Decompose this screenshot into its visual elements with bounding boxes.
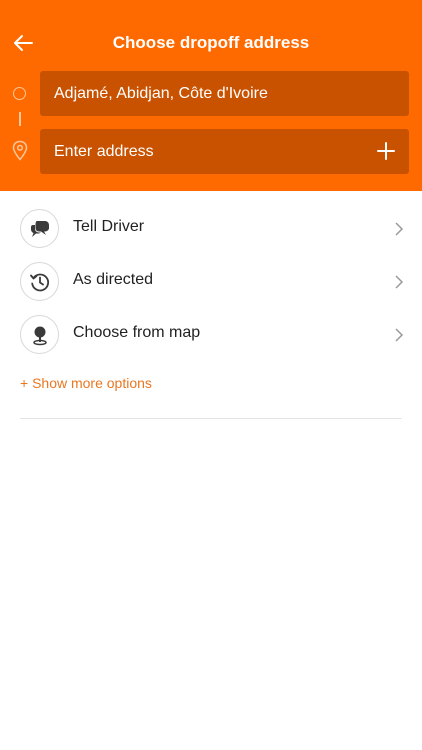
- chevron-right-icon: [395, 222, 404, 236]
- route-indicator: [10, 82, 30, 172]
- route-line: [19, 112, 21, 126]
- option-choose-from-map[interactable]: Choose from map: [0, 307, 422, 360]
- map-pin-icon: [32, 326, 47, 345]
- option-icon-circle: [20, 262, 59, 301]
- option-tell-driver[interactable]: Tell Driver: [0, 201, 422, 254]
- option-icon-circle: [20, 209, 59, 248]
- origin-dot-icon: [13, 87, 26, 100]
- dropoff-address-field[interactable]: [40, 129, 409, 174]
- page-title: Choose dropoff address: [112, 33, 310, 52]
- divider: [20, 418, 402, 419]
- chevron-right-icon: [395, 328, 404, 342]
- pickup-address-field[interactable]: Adjamé, Abidjan, Côte d'Ivoire: [40, 71, 409, 116]
- option-label: Tell Driver: [73, 218, 145, 235]
- chat-bubbles-icon: [30, 220, 49, 237]
- dropoff-options-list: Tell Driver As directed Choose from map: [0, 201, 422, 360]
- pickup-address-text: Adjamé, Abidjan, Côte d'Ivoire: [54, 84, 268, 102]
- chevron-right-icon: [395, 275, 404, 289]
- option-icon-circle: [20, 315, 59, 354]
- location-pin-icon: [12, 140, 28, 161]
- option-as-directed[interactable]: As directed: [0, 254, 422, 307]
- dropoff-address-input[interactable]: [54, 142, 354, 161]
- option-label: Choose from map: [73, 324, 201, 341]
- option-label: As directed: [73, 271, 154, 288]
- clock-history-icon: [29, 273, 49, 291]
- show-more-options-link[interactable]: + Show more options: [20, 375, 152, 391]
- plus-icon[interactable]: [375, 140, 397, 162]
- top-bar: Choose dropoff address Adjamé, Abidjan, …: [0, 0, 422, 191]
